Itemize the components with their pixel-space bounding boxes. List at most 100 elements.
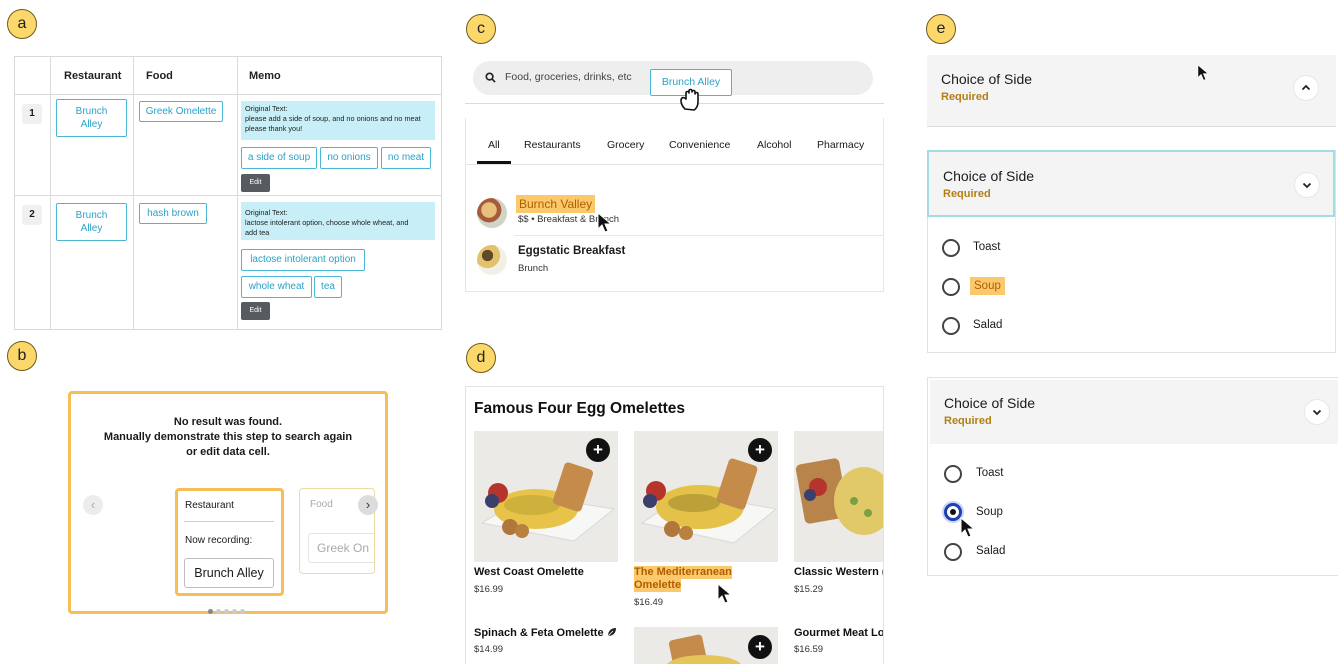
option-group-title: Choice of Side — [943, 168, 1035, 184]
option-label: Salad — [973, 319, 1003, 331]
plus-icon[interactable]: + — [748, 438, 772, 462]
option-label: Toast — [973, 241, 1001, 253]
pagination-dots — [206, 601, 246, 619]
column-header-food: Food — [146, 70, 173, 82]
item-name-line: The Mediterranean — [634, 566, 732, 579]
restaurant-cell-line: Alley — [80, 223, 103, 234]
column-header-memo: Memo — [249, 70, 281, 82]
memo-original-text: Original Text: lactose intolerant option… — [241, 202, 435, 240]
food-cell-button[interactable]: hash brown — [139, 203, 207, 224]
option-label: Salad — [976, 545, 1006, 557]
option-label-highlighted: Soup — [970, 277, 1005, 295]
restaurant-cell-line: Brunch — [75, 210, 108, 221]
restaurant-thumbnail — [477, 198, 507, 228]
chevron-left-icon[interactable]: ‹ — [83, 495, 103, 515]
tab-pharmacy[interactable]: Pharmacy — [817, 139, 864, 151]
item-price: $16.49 — [634, 597, 664, 608]
radio-toast[interactable] — [942, 239, 960, 257]
restaurant-thumbnail — [477, 245, 507, 275]
memo-chip[interactable]: tea — [314, 276, 342, 298]
radio-salad[interactable] — [942, 317, 960, 335]
option-group-collapsed[interactable]: Choice of Side Required — [927, 55, 1336, 127]
radio-toast[interactable] — [944, 465, 962, 483]
category-tabs: All Restaurants Grocery Convenience Alco… — [466, 118, 883, 166]
search-icon — [485, 72, 496, 83]
panel-label-b: b — [7, 341, 37, 371]
no-result-line: Manually demonstrate this step to search… — [103, 431, 353, 443]
next-field-value: Greek On — [308, 533, 374, 563]
no-result-message: No result was found. Manually demonstrat… — [71, 415, 385, 460]
row-number: 2 — [22, 205, 42, 225]
tab-restaurants[interactable]: Restaurants — [524, 139, 581, 151]
required-label: Required — [943, 188, 991, 200]
plus-icon[interactable]: + — [586, 438, 610, 462]
result-name-highlighted[interactable]: Burnch Valley — [516, 195, 596, 213]
required-label: Required — [944, 415, 992, 427]
edit-button[interactable]: Edit — [241, 174, 270, 192]
page-dot[interactable] — [231, 609, 237, 614]
recorded-value: Brunch Alley — [184, 558, 274, 588]
plus-icon[interactable]: + — [748, 635, 772, 659]
edit-button[interactable]: Edit — [241, 302, 270, 320]
result-name[interactable]: Eggstatic Breakfast — [518, 245, 625, 257]
page-dot[interactable] — [215, 609, 221, 614]
option-group-header[interactable]: Choice of Side Required — [927, 150, 1335, 217]
option-group-title: Choice of Side — [941, 71, 1033, 87]
divider — [514, 235, 883, 236]
page-dot[interactable] — [239, 609, 245, 614]
page-dot-active[interactable] — [207, 609, 213, 614]
food-cell-button[interactable]: Greek Omelette — [139, 101, 223, 122]
restaurant-cell-button[interactable]: Brunch Alley — [56, 99, 127, 137]
grab-hand-icon — [680, 88, 699, 111]
item-name[interactable]: Spinach & Feta Omelette — [474, 627, 617, 639]
result-subtitle: Brunch — [518, 263, 549, 274]
food-image[interactable] — [794, 431, 883, 562]
memo-text-line: lactose intolerant option, choose whole … — [245, 218, 409, 227]
tab-all[interactable]: All — [488, 139, 500, 151]
required-label: Required — [941, 91, 989, 103]
recording-field-name: Restaurant — [185, 500, 234, 511]
item-name[interactable]: Gourmet Meat Lo — [794, 627, 883, 639]
panel-label-e: e — [926, 14, 956, 44]
radio-soup[interactable] — [942, 278, 960, 296]
section-title: Famous Four Egg Omelettes — [474, 400, 686, 417]
radio-salad[interactable] — [944, 543, 962, 561]
item-name[interactable]: West Coast Omelette — [474, 566, 584, 578]
item-price: $15.29 — [794, 584, 824, 595]
memo-original-text: Original Text: please add a side of soup… — [241, 101, 435, 140]
memo-chip[interactable]: a side of soup — [241, 147, 317, 169]
memo-chip[interactable]: no onions — [320, 147, 378, 169]
data-table: Restaurant Food Memo 1 Brunch Alley Gree… — [14, 56, 442, 330]
memo-chip[interactable]: lactose intolerant option — [241, 249, 365, 271]
chevron-up-icon[interactable] — [1294, 76, 1318, 100]
column-header-restaurant: Restaurant — [64, 70, 122, 82]
row-number: 1 — [22, 104, 42, 124]
no-result-line: or edit data cell. — [186, 446, 270, 458]
item-name[interactable]: Classic Western ( — [794, 566, 883, 578]
recording-card: Restaurant Now recording: Brunch Alley — [175, 488, 284, 596]
chevron-down-icon[interactable] — [1305, 400, 1329, 424]
restaurant-cell-line: Brunch — [75, 106, 108, 117]
memo-chip[interactable]: whole wheat — [241, 276, 312, 298]
tab-grocery[interactable]: Grocery — [607, 139, 644, 151]
chevron-right-icon[interactable]: › — [358, 495, 378, 515]
recording-status: Now recording: — [185, 535, 253, 546]
memo-text-line: please add a side of soup, and no onions… — [245, 114, 421, 123]
search-input[interactable]: Food, groceries, drinks, etc — [505, 71, 632, 83]
memo-label: Original Text: — [245, 104, 288, 113]
memo-chip[interactable]: no meat — [381, 147, 431, 169]
option-label: Soup — [976, 506, 1003, 518]
restaurant-cell-button[interactable]: Brunch Alley — [56, 203, 127, 241]
option-group-header[interactable]: Choice of Side Required — [930, 380, 1338, 444]
item-price: $14.99 — [474, 644, 504, 655]
memo-text-line: add tea — [245, 228, 270, 237]
divider — [184, 521, 274, 522]
tab-convenience[interactable]: Convenience — [669, 139, 730, 151]
item-price: $16.59 — [794, 644, 824, 655]
option-label: Toast — [976, 467, 1004, 479]
tab-alcohol[interactable]: Alcohol — [757, 139, 791, 151]
page-dot[interactable] — [223, 609, 229, 614]
item-name-line: Omelette — [634, 579, 682, 592]
restaurant-cell-line: Alley — [80, 119, 103, 130]
chevron-down-icon[interactable] — [1295, 173, 1319, 197]
